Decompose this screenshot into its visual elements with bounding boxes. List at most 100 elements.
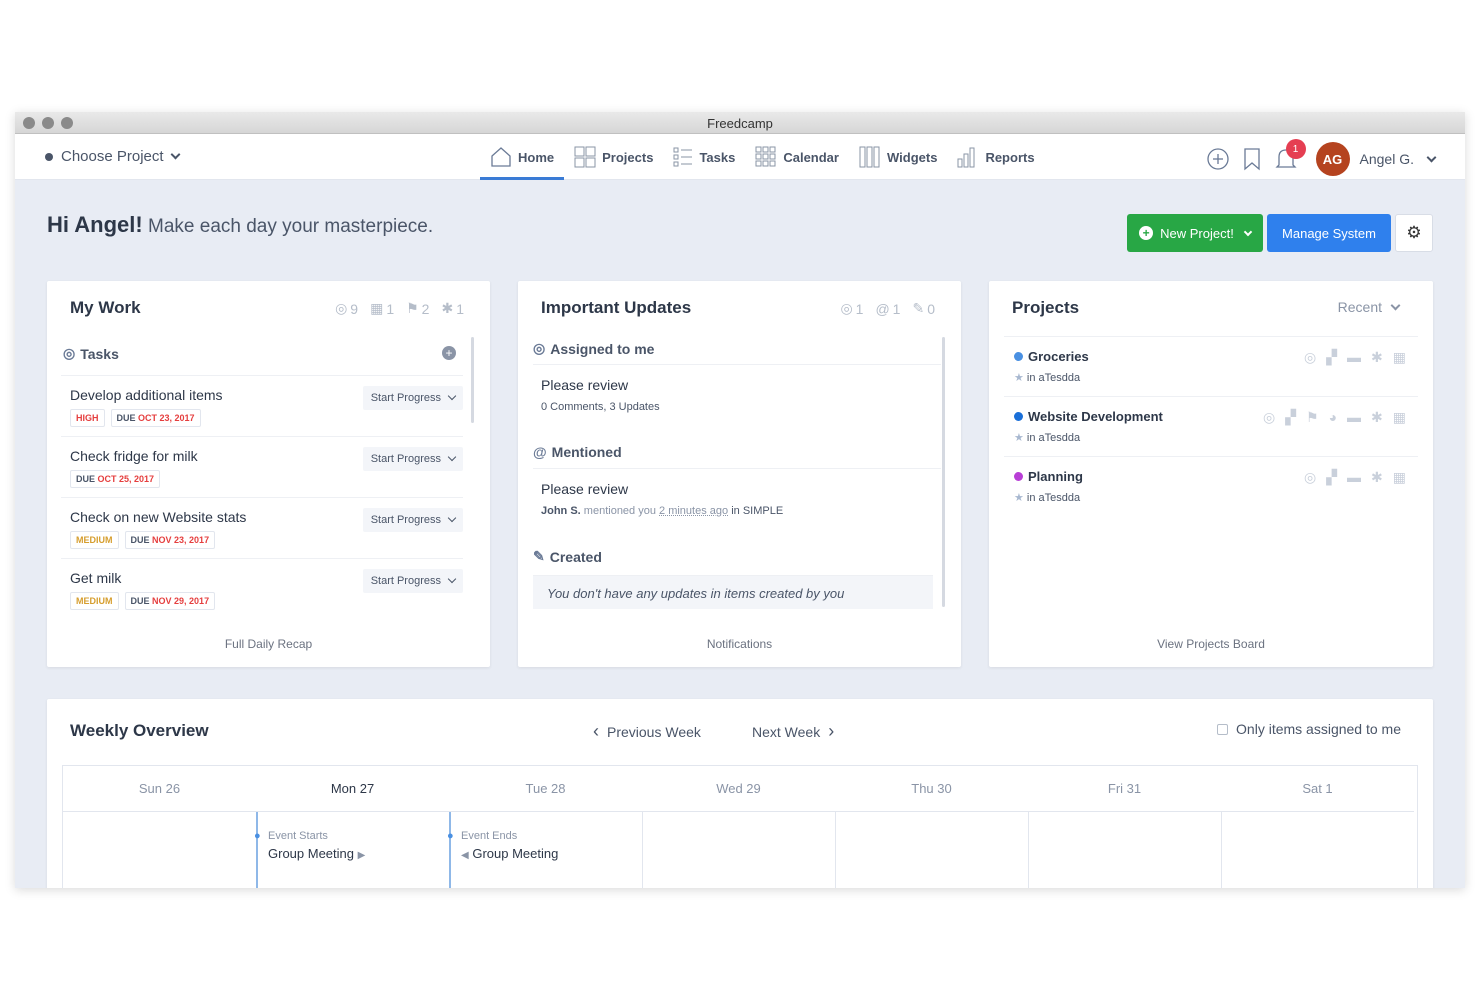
task-tags: MEDIUM DUE NOV 29, 2017 [70, 592, 216, 610]
created-count[interactable]: ✎ 0 [912, 300, 935, 317]
issues-app-icon[interactable]: ✱ [1371, 349, 1383, 366]
event-start-item[interactable]: ● Event Starts Group Meeting ▶ [254, 819, 406, 869]
notifications-link[interactable]: Notifications [518, 637, 961, 651]
tasks-app-icon[interactable]: ◎ [1304, 469, 1316, 486]
nav-widgets[interactable]: Widgets [849, 134, 947, 180]
avatar[interactable]: AG [1315, 142, 1350, 176]
new-project-button[interactable]: + New Project! [1127, 214, 1263, 252]
task-row[interactable]: Check on new Website stats MEDIUM DUE NO… [61, 497, 463, 558]
project-row[interactable]: Website Development ★ in aTesdda ◎ ▞ ⚑ ◕ … [1004, 396, 1418, 456]
files-app-icon[interactable]: ▬ [1347, 409, 1361, 426]
issues-app-icon[interactable]: ✱ [1371, 409, 1383, 426]
calendar-app-icon[interactable]: ▦ [1393, 469, 1406, 486]
events-count[interactable]: ▦ 1 [370, 300, 394, 317]
widgets-icon [859, 146, 880, 168]
projects-icon [574, 146, 596, 168]
week-calendar: Sun 26 Mon 27 Tue 28 Wed 29 Thu 30 Fri 3… [62, 765, 1418, 888]
due-label: DUE [130, 535, 150, 545]
empty-state: You don't have any updates in items crea… [533, 575, 933, 609]
manage-system-button[interactable]: Manage System [1267, 214, 1391, 252]
tasks-app-icon[interactable]: ◎ [1263, 409, 1275, 426]
greeting: Hi Angel! Make each day your masterpiece… [47, 212, 433, 238]
username[interactable]: Angel G. [1360, 151, 1414, 167]
tasks-count[interactable]: ◎ 9 [335, 300, 358, 317]
next-week-label: Next Week [752, 723, 821, 740]
event-name: Group Meeting [472, 846, 559, 861]
due-date: OCT 23, 2017 [138, 413, 195, 423]
update-item[interactable]: Please review 0 Comments, 3 Updates [533, 364, 941, 422]
mentions-count[interactable]: @1 [875, 300, 900, 317]
files-app-icon[interactable]: ▬ [1347, 349, 1361, 366]
scrollbar[interactable] [471, 337, 474, 423]
assigned-count-value: 1 [855, 300, 864, 317]
notifications-button[interactable]: 1 [1274, 139, 1306, 171]
add-task-button[interactable]: + [442, 346, 456, 360]
task-row[interactable]: Check fridge for milk DUE OCT 25, 2017 S… [61, 436, 463, 497]
events-count-value: 1 [386, 300, 395, 317]
project-selector[interactable]: Choose Project [45, 148, 181, 165]
pencil-icon: ✎ [533, 548, 545, 564]
project-row[interactable]: Planning ★ in aTesdda ◎ ▞ ▬ ✱ ▦ [1004, 456, 1418, 516]
tasks-count-value: 9 [350, 300, 359, 317]
nav-tasks-label: Tasks [699, 149, 736, 165]
nav-tasks[interactable]: Tasks [663, 134, 745, 180]
star-icon[interactable]: ★ [1014, 371, 1024, 384]
files-app-icon[interactable]: ▬ [1347, 469, 1361, 486]
discussions-app-icon[interactable]: ▞ [1285, 409, 1296, 426]
bookmark-button[interactable] [1240, 147, 1264, 171]
project-row[interactable]: Groceries ★ in aTesdda ◎ ▞ ▬ ✱ ▦ [1004, 336, 1418, 396]
day-header: Fri 31 [1028, 766, 1221, 812]
projects-sort-dropdown[interactable]: Recent [1338, 299, 1401, 315]
chevron-down-icon [1243, 227, 1253, 236]
discussions-app-icon[interactable]: ▞ [1326, 349, 1337, 366]
nav-reports[interactable]: Reports [947, 134, 1044, 180]
view-projects-board-link[interactable]: View Projects Board [989, 637, 1433, 651]
calendar-app-icon[interactable]: ▦ [1393, 349, 1406, 366]
assigned-count[interactable]: ◎ 1 [840, 300, 863, 317]
task-row[interactable]: Get milk MEDIUM DUE NOV 29, 2017 Start P… [61, 558, 463, 610]
star-icon[interactable]: ★ [1014, 431, 1024, 444]
title-bar: Freedcamp [15, 112, 1465, 134]
assigned-filter[interactable]: Only items assigned to me [1217, 721, 1401, 737]
nav-home[interactable]: Home [480, 134, 565, 180]
update-item[interactable]: Please review John S. mentioned you 2 mi… [533, 468, 941, 526]
issues-app-icon[interactable]: ✱ [1371, 469, 1383, 486]
due-label: DUE [76, 474, 96, 484]
due-date: NOV 29, 2017 [152, 596, 210, 606]
start-progress-button[interactable]: Start Progress [362, 508, 463, 532]
arrow-right-icon: ▶ [357, 850, 366, 861]
settings-button[interactable]: ⚙ [1395, 214, 1433, 252]
task-row[interactable]: Develop additional items HIGH DUE OCT 23… [61, 375, 463, 436]
nav-projects[interactable]: Projects [564, 134, 663, 180]
milestones-app-icon[interactable]: ⚑ [1306, 409, 1319, 426]
top-navigation: Choose Project Home Projects Tasks Calen… [15, 134, 1465, 180]
update-subtitle: 0 Comments, 3 Updates [541, 401, 660, 413]
at-icon: @ [533, 444, 547, 460]
star-icon[interactable]: ★ [1014, 491, 1024, 504]
scrollbar[interactable] [942, 337, 945, 607]
next-week-button[interactable]: Next Week › [752, 721, 834, 742]
nav-calendar[interactable]: Calendar [745, 134, 849, 180]
tasks-app-icon[interactable]: ◎ [1304, 349, 1316, 366]
start-progress-button[interactable]: Start Progress [362, 386, 463, 410]
time-app-icon[interactable]: ◕ [1329, 409, 1337, 426]
event-name-wrap: ◀ Group Meeting [461, 846, 558, 861]
mention-time[interactable]: 2 minutes ago [659, 505, 728, 517]
calendar-app-icon[interactable]: ▦ [1393, 409, 1406, 426]
assigned-filter-checkbox[interactable] [1217, 723, 1229, 735]
add-button[interactable] [1206, 147, 1230, 171]
issues-count[interactable]: ✱ 1 [441, 300, 464, 317]
discussions-app-icon[interactable]: ▞ [1326, 469, 1337, 486]
start-progress-button[interactable]: Start Progress [362, 569, 463, 593]
start-progress-button[interactable]: Start Progress [362, 447, 463, 471]
full-daily-recap-link[interactable]: Full Daily Recap [47, 637, 490, 651]
milestones-count[interactable]: ⚑ 2 [406, 300, 429, 317]
task-tags: MEDIUM DUE NOV 23, 2017 [70, 531, 216, 549]
nav-projects-label: Projects [602, 149, 654, 165]
created-section-title: Created [549, 548, 602, 565]
user-menu-chevron-icon[interactable] [1426, 152, 1437, 162]
previous-week-button[interactable]: ‹ Previous Week [593, 721, 701, 742]
main-nav: Home Projects Tasks Calendar Widgets Rep… [480, 134, 1045, 180]
check-circle-icon: ◎ [840, 300, 853, 316]
event-end-item[interactable]: ● Event Ends ◀ Group Meeting [447, 819, 599, 869]
